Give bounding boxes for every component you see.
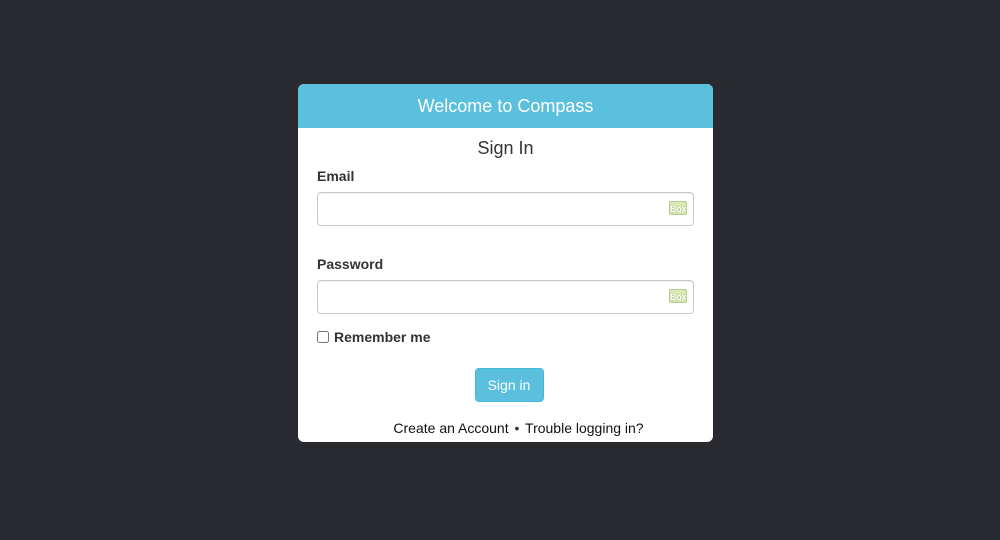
- welcome-title: Welcome to Compass: [417, 96, 594, 116]
- password-field[interactable]: [317, 280, 694, 314]
- signin-form: Sign In Email Box Password Box Remember …: [298, 136, 713, 436]
- password-field-wrap: Box: [317, 280, 694, 314]
- sign-in-button[interactable]: Sign in: [474, 368, 544, 402]
- email-label: Email: [317, 168, 355, 184]
- footer-links: Create an Account • Trouble logging in?: [317, 420, 694, 436]
- email-field-wrap: Box: [317, 192, 694, 226]
- submit-row: Sign in: [317, 368, 694, 402]
- box-autofill-icon[interactable]: Box: [669, 289, 687, 303]
- email-field[interactable]: [317, 192, 694, 226]
- box-autofill-icon[interactable]: Box: [669, 201, 687, 215]
- link-separator: •: [514, 420, 520, 436]
- login-card: Welcome to Compass Sign In Email Box Pas…: [298, 84, 713, 442]
- trouble-logging-in-link[interactable]: Trouble logging in?: [525, 420, 644, 436]
- remember-me-label[interactable]: Remember me: [334, 329, 431, 345]
- password-label: Password: [317, 256, 384, 272]
- remember-me-checkbox[interactable]: [317, 331, 329, 343]
- card-header: Welcome to Compass: [298, 84, 713, 128]
- remember-me-row: Remember me: [317, 328, 694, 346]
- create-account-link[interactable]: Create an Account: [393, 420, 508, 436]
- form-title: Sign In: [477, 138, 534, 158]
